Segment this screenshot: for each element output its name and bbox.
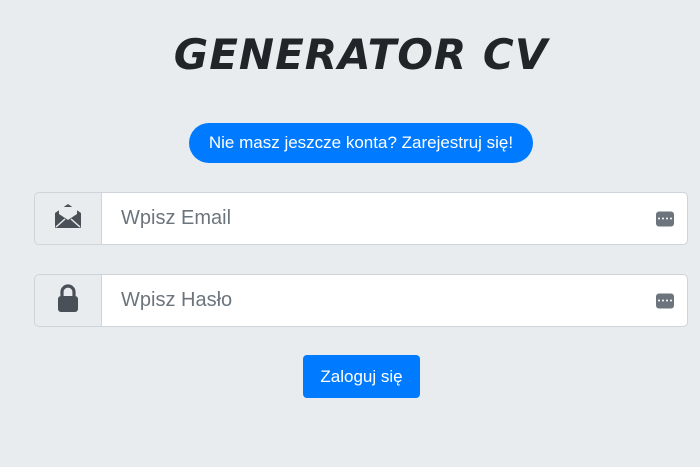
email-input-group <box>34 192 688 245</box>
password-manager-icon[interactable] <box>656 211 674 226</box>
password-field[interactable] <box>101 274 688 327</box>
envelope-icon <box>53 203 83 234</box>
register-link[interactable]: Nie masz jeszcze konta? Zarejestruj się! <box>189 123 533 163</box>
login-button[interactable]: Zaloguj się <box>303 355 420 398</box>
password-manager-icon[interactable] <box>656 293 674 308</box>
email-addon <box>34 192 101 245</box>
password-input-group <box>34 274 688 327</box>
email-field[interactable] <box>101 192 688 245</box>
page-title: GENERATOR CV <box>173 30 549 79</box>
password-addon <box>34 274 101 327</box>
lock-icon <box>56 283 80 318</box>
